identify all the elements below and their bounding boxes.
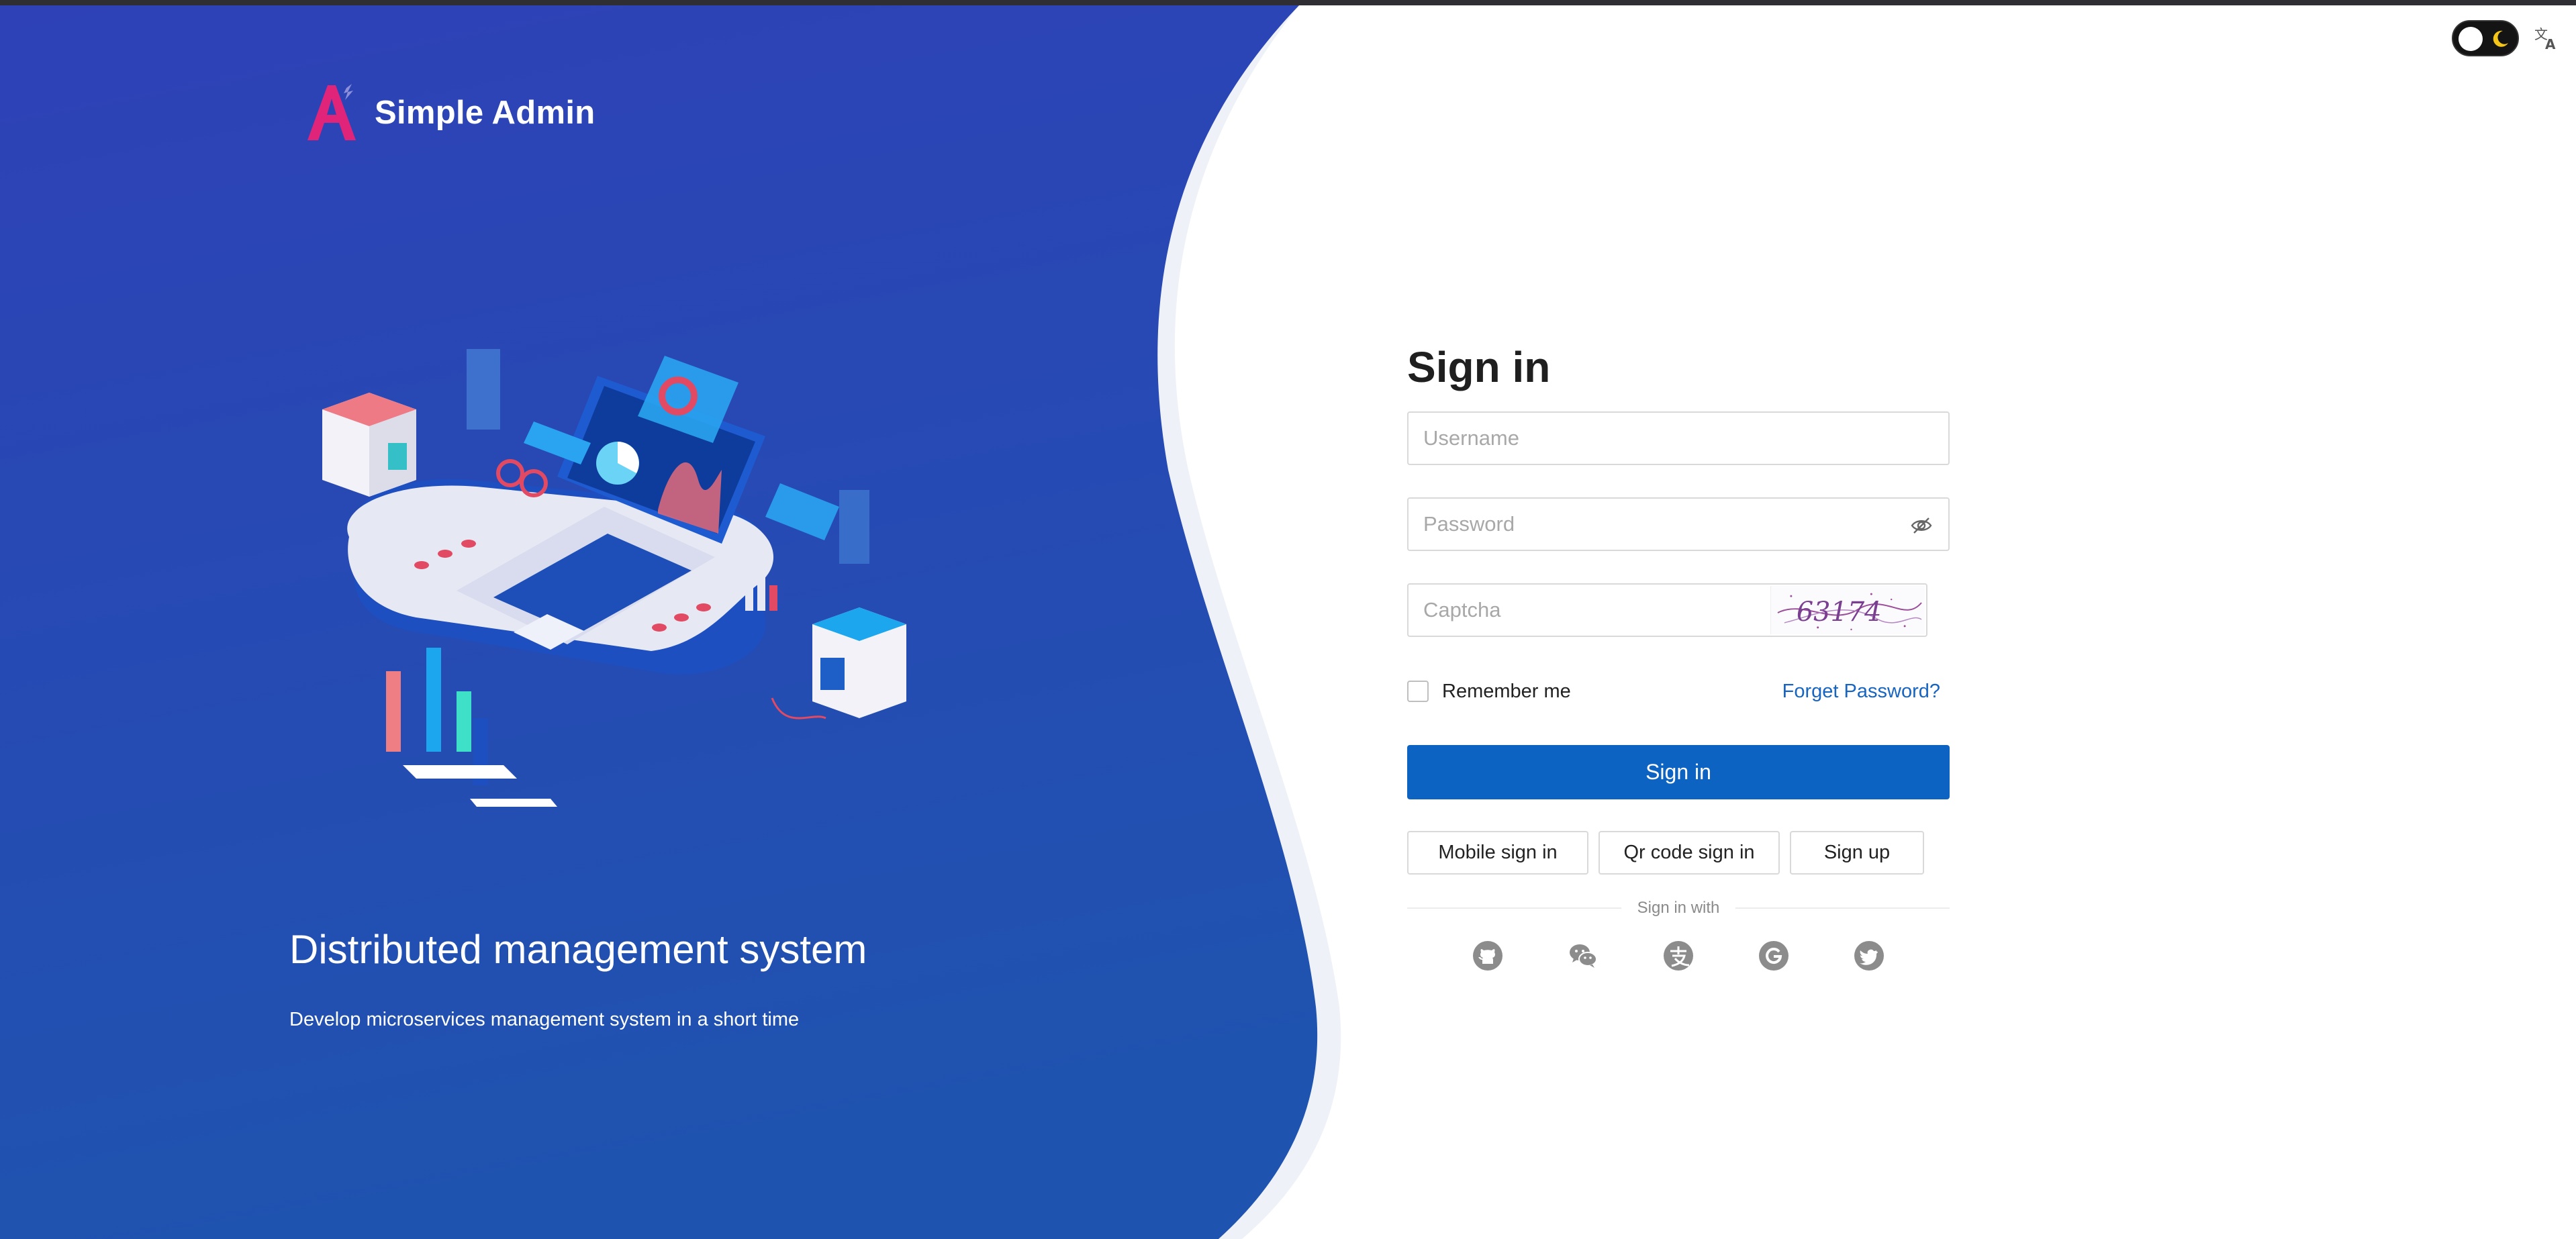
mobile-signin-button[interactable]: Mobile sign in — [1407, 831, 1588, 875]
captcha-field-wrapper: 63174 — [1407, 583, 1927, 637]
brand: Simple Admin — [303, 79, 595, 146]
brand-title: Simple Admin — [375, 95, 595, 131]
translate-icon[interactable]: 文 A — [2534, 24, 2559, 51]
signin-button[interactable]: Sign in — [1407, 745, 1950, 799]
password-input[interactable] — [1409, 499, 1948, 550]
remember-checkbox[interactable] — [1407, 681, 1429, 702]
theme-toggle[interactable] — [2452, 20, 2519, 56]
signin-title: Sign in — [1407, 343, 1551, 391]
window-top-strip — [0, 0, 2576, 5]
forget-password-link[interactable]: Forget Password? — [1782, 678, 1940, 705]
qrcode-signin-button[interactable]: Qr code sign in — [1599, 831, 1780, 875]
triangle-a-logo-icon — [307, 84, 356, 140]
alipay-icon[interactable] — [1662, 940, 1695, 972]
moon-icon — [2493, 30, 2508, 47]
captcha-text: 63174 — [1797, 597, 1882, 628]
captcha-image[interactable]: 63174 — [1770, 586, 1925, 634]
hero-title: Distributed management system — [289, 927, 867, 972]
hero-subtitle: Develop microservices management system … — [289, 1009, 800, 1030]
eye-invisible-icon[interactable] — [1909, 513, 1934, 538]
remember-label: Remember me — [1442, 680, 1571, 702]
social-signin-icons — [1407, 940, 1950, 973]
wechat-icon[interactable] — [1567, 940, 1599, 972]
username-field-wrapper — [1407, 411, 1950, 465]
username-input[interactable] — [1409, 413, 1948, 464]
divider-line-left — [1407, 907, 1621, 909]
signup-button[interactable]: Sign up — [1790, 831, 1924, 875]
password-field-wrapper — [1407, 497, 1950, 551]
twitter-icon[interactable] — [1853, 940, 1885, 972]
isometric-laptop-dashboard-illustration — [322, 349, 906, 807]
signin-with-divider: Sign in with — [1407, 896, 1950, 920]
divider-label: Sign in with — [1637, 899, 1720, 917]
remember-me[interactable]: Remember me — [1407, 678, 1571, 705]
google-icon[interactable] — [1758, 940, 1790, 972]
github-icon[interactable] — [1472, 940, 1504, 972]
svg-text:A: A — [2545, 36, 2556, 51]
toggle-knob — [2459, 27, 2483, 51]
divider-line-right — [1735, 907, 1950, 909]
